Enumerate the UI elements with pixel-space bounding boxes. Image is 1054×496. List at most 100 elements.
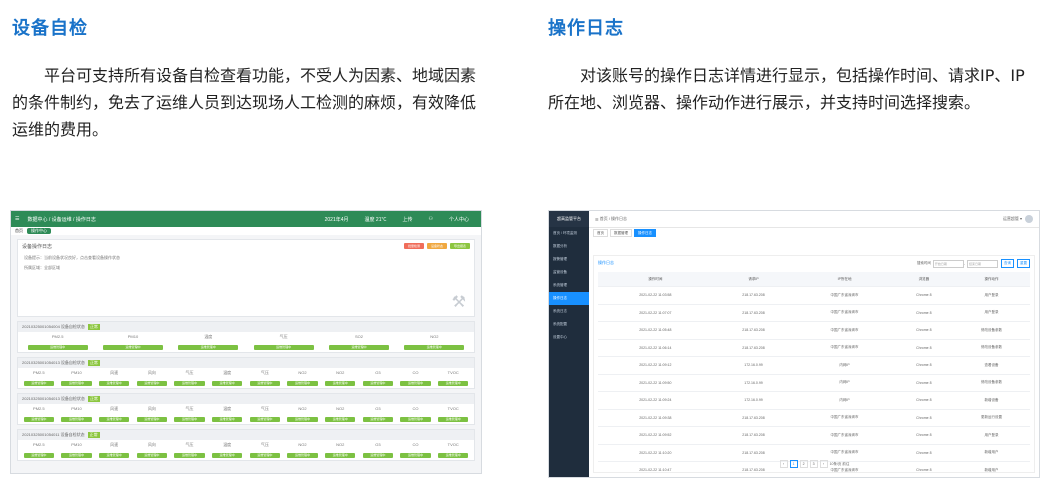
maintenance-button[interactable]: 运维管理中 [249, 417, 280, 422]
maintenance-button[interactable]: 运维管理中 [99, 381, 130, 386]
table-cell: Chrome 8 [894, 374, 953, 392]
sidebar-item[interactable]: 操作日志 [549, 292, 589, 305]
export-button[interactable]: 导出报表 [450, 243, 470, 249]
batch-check-button[interactable]: 批量检测 [404, 243, 424, 249]
table-cell: Chrome 8 [894, 391, 953, 410]
maintenance-button[interactable]: 运维管理中 [325, 417, 356, 422]
sidebar-item[interactable]: 设置中心 [549, 331, 589, 344]
maintenance-button[interactable]: 运维管理中 [178, 345, 239, 350]
sensor-button-row: 运维管理中 运维管理中 运维管理中 运维管理中 运维管理中 运维管理中 运维管理中 运维管理中… [18, 378, 474, 388]
maintenance-button[interactable]: 运维管理中 [99, 417, 130, 422]
maintenance-button[interactable]: 运维管理中 [212, 381, 243, 386]
maintenance-button[interactable]: 运维管理中 [61, 453, 92, 458]
maintenance-button[interactable]: 运维管理中 [136, 381, 167, 386]
prev-page-button[interactable]: ‹ [779, 460, 788, 468]
device-group: 20210325001054013 设备自检状态 正常 PM2.5 PM10 风速 风向 气… [17, 393, 475, 425]
maintenance-button[interactable]: 运维管理中 [325, 381, 356, 386]
upload-button[interactable]: 上传 [402, 216, 412, 223]
status-badge: 正常 [87, 432, 100, 438]
sidebar-item[interactable]: 监管设备 [549, 266, 589, 279]
sensor-cell: 运维管理中 [397, 380, 435, 386]
maintenance-button[interactable]: 运维管理中 [61, 417, 92, 422]
page-button[interactable]: 2 [799, 460, 808, 468]
maintenance-button[interactable]: 运维管理中 [136, 453, 167, 458]
sidebar-item[interactable]: 系统配置 [549, 318, 589, 331]
overview-panel: 设备操作日志 批量检测 设备状态 导出报表 设备提示：当前设备状况良好，点击查看… [17, 239, 475, 317]
panel-region: 所属区域：全部区域 [24, 265, 60, 270]
next-page-button[interactable]: › [819, 460, 828, 468]
sensor-cell: 运维管理中 [321, 380, 359, 386]
sidebar-item[interactable]: 系统日志 [549, 305, 589, 318]
status-badge: 正常 [87, 360, 100, 366]
group-title: 20210325001054013 设备自检状态 正常 [18, 394, 474, 404]
sensor-cell: 运维管理中 [359, 380, 397, 386]
date-from-input[interactable]: 开始日期 [932, 259, 964, 268]
maintenance-button[interactable]: 运维管理中 [212, 417, 243, 422]
maintenance-button[interactable]: 运维管理中 [27, 345, 88, 350]
maintenance-button[interactable]: 运维管理中 [438, 453, 469, 458]
sidebar-item[interactable]: 首页 / 环境监测 [549, 227, 589, 240]
maintenance-button[interactable]: 运维管理中 [404, 345, 465, 350]
maintenance-button[interactable]: 运维管理中 [438, 381, 469, 386]
sensor-label: 温度 [223, 370, 232, 375]
sensor-label: O3 [375, 406, 381, 411]
maintenance-button[interactable]: 运维管理中 [174, 453, 205, 458]
sidebar-item[interactable]: 数据分析 [549, 240, 589, 253]
maintenance-button[interactable]: 运维管理中 [99, 453, 130, 458]
reset-button[interactable]: 重置 [1017, 259, 1030, 268]
maintenance-button[interactable]: 运维管理中 [400, 453, 431, 458]
maintenance-button[interactable]: 运维管理中 [400, 417, 431, 422]
tab-home[interactable]: 首页 [593, 229, 608, 237]
page-size-select[interactable]: 10条/页 [829, 462, 843, 466]
maintenance-button[interactable]: 运维管理中 [325, 453, 356, 458]
sensor-label: 温度 [204, 334, 213, 339]
menu-icon[interactable]: ☰ [595, 217, 599, 222]
tab-data[interactable]: 数据管理 [610, 229, 632, 237]
maintenance-button[interactable]: 运维管理中 [249, 381, 280, 386]
maintenance-button[interactable]: 运维管理中 [438, 417, 469, 422]
maintenance-button[interactable]: 运维管理中 [174, 417, 205, 422]
search-button[interactable]: 查询 [1001, 259, 1014, 268]
maintenance-button[interactable]: 运维管理中 [212, 453, 243, 458]
maintenance-button[interactable]: 运维管理中 [23, 453, 54, 458]
maintenance-button[interactable]: 运维管理中 [102, 345, 164, 350]
sensor-button-row: 运维管理中 运维管理中 运维管理中 运维管理中 运维管理中 运维管理中 [18, 342, 474, 352]
maintenance-button[interactable]: 运维管理中 [287, 453, 318, 458]
user-menu[interactable]: 运营超管 ▾ [1003, 216, 1022, 222]
table-cell: Chrome 8 [894, 339, 953, 357]
maintenance-button[interactable]: 运维管理中 [23, 381, 54, 386]
maintenance-button[interactable]: 运维管理中 [287, 417, 318, 422]
maintenance-button[interactable]: 运维管理中 [61, 381, 92, 386]
sidebar-item[interactable]: 报警管理 [549, 253, 589, 266]
maintenance-button[interactable]: 运维管理中 [400, 381, 431, 386]
table-cell: 中国广东省深圳市 [794, 286, 895, 305]
table-cell: 更新运行设置 [952, 409, 1030, 427]
table-cell: 内网IP [794, 356, 895, 375]
maintenance-button[interactable]: 运维管理中 [253, 345, 314, 350]
table-cell: 172.16.0.99 [712, 374, 795, 392]
tab-active[interactable]: 操作中心 [27, 228, 51, 234]
device-status-button[interactable]: 设备状态 [427, 243, 447, 249]
page-button[interactable]: 1 [789, 460, 798, 468]
user-center-link[interactable]: 个人中心 [449, 216, 469, 223]
date-to-input[interactable]: 结束日期 [967, 259, 998, 268]
maintenance-button[interactable]: 运维管理中 [287, 381, 318, 386]
maintenance-button[interactable]: 运维管理中 [362, 417, 393, 422]
tab-home[interactable]: 首页 [15, 228, 23, 234]
maintenance-button[interactable]: 运维管理中 [328, 345, 390, 350]
maintenance-button[interactable]: 运维管理中 [362, 453, 393, 458]
maintenance-button[interactable]: 运维管理中 [136, 417, 167, 422]
sensor-label: PM10 [127, 334, 139, 339]
user-icon[interactable]: ⚇ [429, 216, 433, 222]
maintenance-button[interactable]: 运维管理中 [23, 417, 54, 422]
menu-icon[interactable]: ☰ [15, 216, 19, 222]
sensor-cell: 运维管理中 [284, 452, 322, 458]
maintenance-button[interactable]: 运维管理中 [174, 381, 205, 386]
page-button[interactable]: 3 [809, 460, 818, 468]
maintenance-button[interactable]: 运维管理中 [249, 453, 280, 458]
tab-operation-log[interactable]: 操作日志 [634, 229, 656, 237]
maintenance-button[interactable]: 运维管理中 [362, 381, 393, 386]
sidebar-item[interactable]: 系统管理 [549, 279, 589, 292]
avatar[interactable] [1025, 215, 1033, 223]
table-cell: 内网IP [794, 391, 895, 410]
